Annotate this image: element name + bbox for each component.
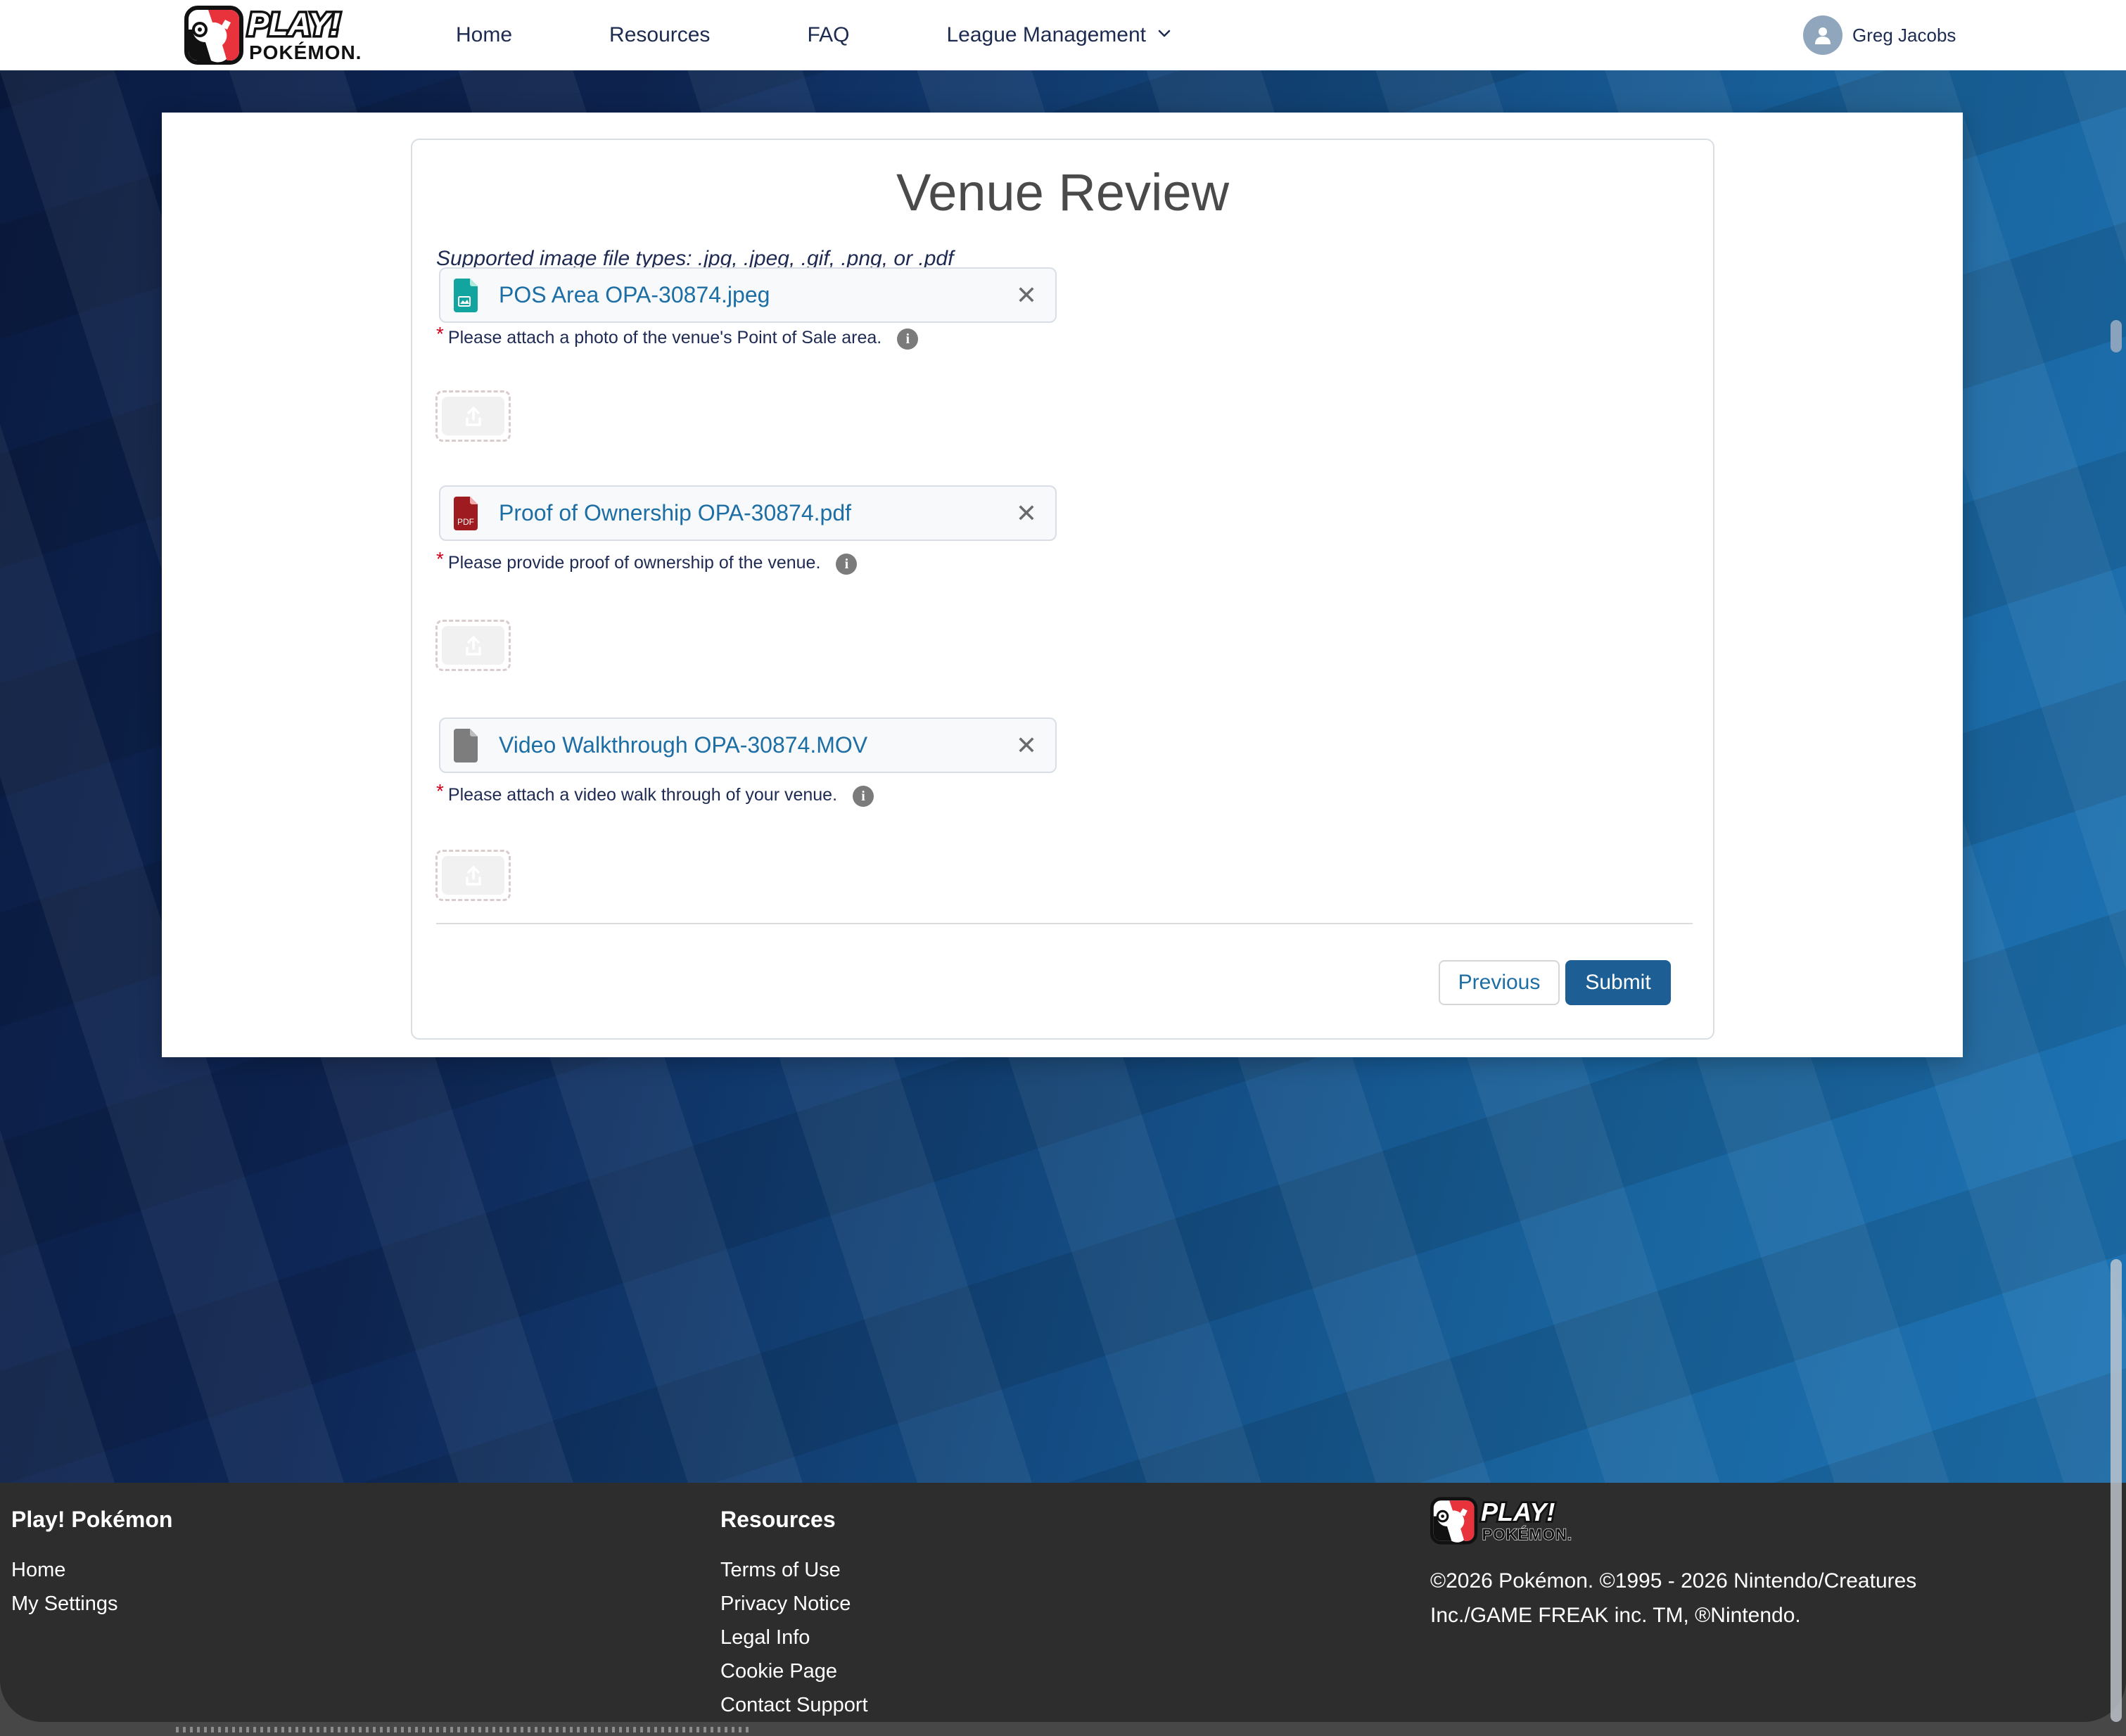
helper-text: Please provide proof of ownership of the…	[448, 551, 821, 575]
pdf-file-icon: PDF	[454, 497, 478, 530]
venue-review-card: Venue Review Supported image file types:…	[411, 139, 1714, 1040]
upload-file-button[interactable]	[435, 390, 511, 442]
clipped-fine-print	[176, 1727, 753, 1732]
upload-file-button[interactable]	[435, 850, 511, 901]
logo-pokemon-text: POKÉMON.	[249, 42, 362, 63]
footer-link-legal-info[interactable]: Legal Info	[720, 1621, 868, 1654]
nav-faq[interactable]: FAQ	[807, 23, 849, 47]
user-name: Greg Jacobs	[1852, 25, 1956, 46]
nav-league-management-label: League Management	[946, 23, 1146, 47]
info-icon[interactable]: i	[836, 554, 857, 575]
helper-row: * Please attach a photo of the venue's P…	[436, 326, 918, 350]
info-icon[interactable]: i	[853, 786, 874, 807]
upload-icon	[442, 856, 504, 895]
attached-file-chip: POS Area OPA-30874.jpeg ✕	[439, 267, 1057, 323]
play-pokemon-emblem-icon	[1432, 1499, 1475, 1543]
required-asterisk: *	[436, 326, 444, 343]
required-asterisk: *	[436, 783, 444, 800]
main-nav: Home Resources FAQ League Management	[456, 0, 1173, 70]
window-bottom-strip	[0, 1722, 2126, 1736]
upload-file-button[interactable]	[435, 620, 511, 671]
nav-league-management[interactable]: League Management	[946, 23, 1173, 47]
helper-row: * Please provide proof of ownership of t…	[436, 551, 857, 582]
inner-scrollbar-thumb[interactable]	[2111, 320, 2122, 352]
footer-link-privacy-notice[interactable]: Privacy Notice	[720, 1587, 868, 1621]
footer-link-terms-of-use[interactable]: Terms of Use	[720, 1553, 868, 1587]
pdf-label: PDF	[457, 517, 474, 527]
form-divider	[436, 923, 1693, 924]
nav-resources[interactable]: Resources	[609, 23, 710, 47]
previous-button[interactable]: Previous	[1439, 960, 1560, 1005]
remove-file-button[interactable]: ✕	[1016, 501, 1037, 526]
user-menu[interactable]: Greg Jacobs	[1803, 0, 1956, 70]
page-footer: Play! Pokémon Home My Settings Resources…	[0, 1483, 2126, 1722]
play-pokemon-logo[interactable]: PLAY! POKÉMON.	[184, 6, 395, 65]
logo-play-text: PLAY!	[248, 6, 340, 42]
attached-file-chip: Video Walkthrough OPA-30874.MOV ✕	[439, 717, 1057, 773]
top-navbar: PLAY! POKÉMON. Home Resources FAQ League…	[0, 0, 2126, 70]
footer-brand-heading: Play! Pokémon	[11, 1507, 172, 1535]
footer-link-cookie-page[interactable]: Cookie Page	[720, 1654, 868, 1688]
attached-file-link[interactable]: Video Walkthrough OPA-30874.MOV	[499, 732, 867, 758]
logo-pokemon-text: POKÉMON.	[1482, 1526, 1572, 1543]
checkered-background: Venue Review Supported image file types:…	[0, 70, 2126, 1483]
required-asterisk: *	[436, 551, 444, 568]
helper-row: * Please attach a video walk through of …	[436, 783, 874, 814]
attached-file-chip: PDF Proof of Ownership OPA-30874.pdf ✕	[439, 485, 1057, 541]
remove-file-button[interactable]: ✕	[1016, 283, 1037, 308]
submit-button[interactable]: Submit	[1565, 960, 1671, 1005]
page-scrollbar-thumb[interactable]	[2111, 1259, 2122, 1722]
info-icon[interactable]: i	[897, 328, 918, 350]
nav-home[interactable]: Home	[456, 23, 512, 47]
chevron-down-icon	[1156, 23, 1173, 47]
attached-file-link[interactable]: POS Area OPA-30874.jpeg	[499, 282, 770, 308]
footer-link-home[interactable]: Home	[11, 1553, 172, 1587]
image-file-icon	[454, 279, 478, 312]
content-panel: Venue Review Supported image file types:…	[162, 113, 1963, 1057]
video-file-icon	[454, 729, 478, 762]
upload-icon	[442, 626, 504, 665]
attached-file-link[interactable]: Proof of Ownership OPA-30874.pdf	[499, 500, 851, 526]
footer-resources-heading: Resources	[720, 1507, 868, 1535]
copyright-text: ©2026 Pokémon. ©1995 - 2026 Nintendo/Cre…	[1430, 1564, 1923, 1633]
remove-file-button[interactable]: ✕	[1016, 733, 1037, 758]
user-avatar-icon	[1803, 15, 1842, 55]
play-pokemon-emblem-icon	[186, 8, 241, 63]
logo-play-text: PLAY!	[1481, 1498, 1555, 1526]
helper-text: Please attach a video walk through of yo…	[448, 783, 837, 807]
footer-link-contact-support[interactable]: Contact Support	[720, 1688, 868, 1722]
helper-text: Please attach a photo of the venue's Poi…	[448, 326, 881, 350]
upload-icon	[442, 397, 504, 435]
page-title: Venue Review	[412, 162, 1713, 222]
footer-link-my-settings[interactable]: My Settings	[11, 1587, 172, 1621]
play-pokemon-logo: PLAY! POKÉMON.	[1430, 1497, 1599, 1545]
